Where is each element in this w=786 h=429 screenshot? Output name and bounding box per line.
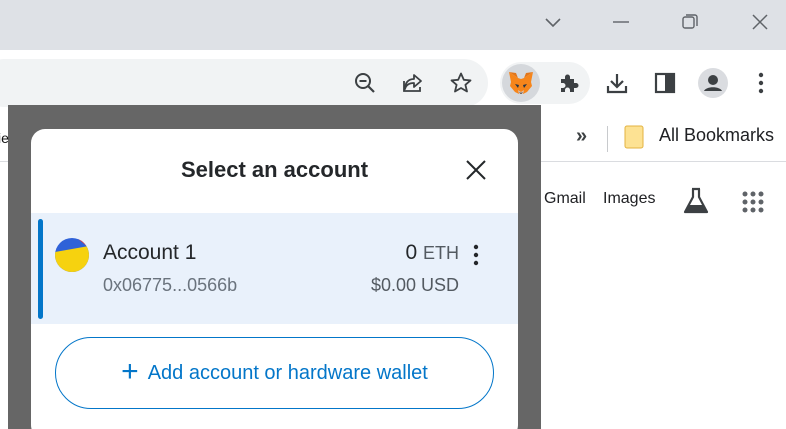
all-bookmarks-link[interactable]: All Bookmarks: [659, 125, 774, 146]
divider: [607, 126, 608, 152]
gmail-link[interactable]: Gmail: [544, 190, 586, 208]
modal-title: Select an account: [180, 157, 369, 182]
title-bar: [0, 0, 786, 50]
close-icon[interactable]: [461, 155, 491, 185]
images-link[interactable]: Images: [603, 190, 655, 208]
account-name: Account 1: [103, 241, 197, 264]
account-address: 0x06775...0566b: [103, 275, 238, 295]
account-options-icon[interactable]: [469, 244, 483, 266]
balance-unit: ETH: [423, 243, 459, 263]
download-icon[interactable]: [601, 67, 633, 99]
selected-indicator: [38, 219, 43, 319]
minimize-icon[interactable]: [606, 8, 636, 36]
chevron-down-icon[interactable]: [538, 8, 568, 36]
restore-icon[interactable]: [675, 8, 705, 36]
zoom-out-icon[interactable]: [349, 67, 381, 99]
labs-flask-icon[interactable]: [682, 186, 710, 221]
add-account-label: Add account or hardware wallet: [147, 361, 428, 384]
bookmarks-overflow-icon[interactable]: »: [576, 125, 587, 148]
balance-value: 0: [405, 241, 418, 264]
more-vert-icon[interactable]: [745, 67, 777, 99]
clipped-text: ie: [0, 130, 9, 146]
browser-window: » All Bookmarks Gmail Images ie Select a…: [0, 0, 786, 429]
apps-grid-icon[interactable]: [742, 191, 764, 218]
star-icon[interactable]: [445, 67, 477, 99]
account-avatar: [55, 238, 89, 272]
add-account-button[interactable]: + Add account or hardware wallet: [55, 337, 494, 409]
account-list-item[interactable]: Account 1 0x06775...0566b 0 ETH $0.00 US…: [31, 213, 518, 324]
side-panel-icon[interactable]: [649, 67, 681, 99]
account-balance: 0 ETH: [405, 241, 459, 265]
account-fiat-value: $0.00 USD: [370, 275, 459, 295]
puzzle-icon[interactable]: [553, 67, 585, 99]
close-window-icon[interactable]: [745, 8, 775, 36]
profile-icon[interactable]: [697, 67, 729, 99]
metamask-fox-icon[interactable]: [502, 64, 540, 102]
plus-icon: +: [121, 354, 139, 388]
share-icon[interactable]: [397, 67, 429, 99]
folder-icon: [624, 125, 644, 154]
select-account-modal: Select an account Account 1 0x06775...05…: [31, 129, 518, 429]
